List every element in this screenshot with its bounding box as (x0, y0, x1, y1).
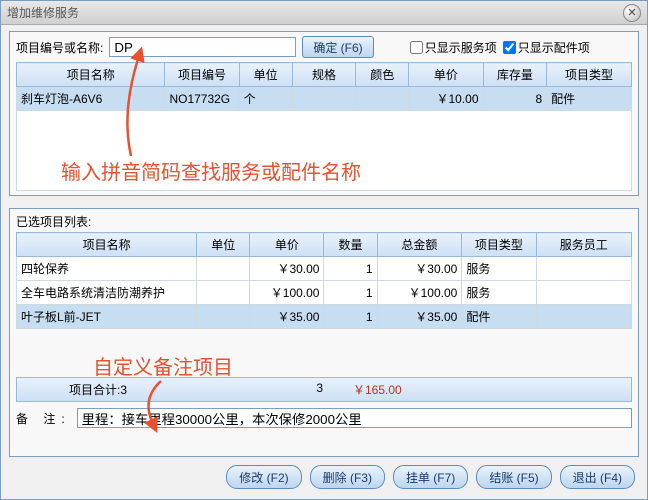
s2-unit (197, 305, 250, 329)
remark-input[interactable] (77, 408, 632, 428)
cell-code: NO17732G (165, 87, 239, 111)
only-service-checkbox[interactable]: 只显示服务项 (410, 39, 497, 56)
th-color[interactable]: 颜色 (356, 63, 409, 87)
th-spec[interactable]: 规格 (292, 63, 356, 87)
only-service-input[interactable] (410, 41, 423, 54)
remark-label: 备 注: (16, 410, 71, 427)
only-service-label: 只显示服务项 (425, 39, 497, 56)
s0-name: 四轮保养 (17, 257, 197, 281)
only-part-label: 只显示配件项 (518, 39, 590, 56)
s2-price: ￥35.00 (250, 305, 324, 329)
th-unit[interactable]: 单位 (239, 63, 292, 87)
sth-staff[interactable]: 服务员工 (536, 233, 631, 257)
edit-button[interactable]: 修改 (F2) (226, 465, 301, 489)
totals-label: 项目合计:3 (23, 381, 173, 398)
cell-type: 配件 (547, 87, 632, 111)
sth-unit[interactable]: 单位 (197, 233, 250, 257)
cell-price: ￥10.00 (409, 87, 483, 111)
totals-qty: 3 (173, 381, 353, 398)
content: 项目编号或名称: 确定 (F6) 只显示服务项 只显示配件项 (1, 25, 647, 499)
close-icon[interactable]: ✕ (623, 4, 641, 22)
sth-qty[interactable]: 数量 (324, 233, 377, 257)
selected-list-label: 已选项目列表: (16, 213, 632, 230)
sel-header-row: 项目名称 单位 单价 数量 总金额 项目类型 服务员工 (17, 233, 632, 257)
table-row[interactable]: 刹车灯泡-A6V6 NO17732G 个 ￥10.00 8 配件 (17, 87, 632, 111)
only-part-input[interactable] (503, 41, 516, 54)
s2-amount: ￥35.00 (377, 305, 462, 329)
totals-amount: ￥165.00 (353, 381, 402, 398)
selected-table: 项目名称 单位 单价 数量 总金额 项目类型 服务员工 四轮保养 ￥30.00 (16, 232, 632, 329)
cell-stock: 8 (483, 87, 547, 111)
hold-button[interactable]: 挂单 (F7) (393, 465, 468, 489)
sth-name[interactable]: 项目名称 (17, 233, 197, 257)
th-stock[interactable]: 库存量 (483, 63, 547, 87)
th-name[interactable]: 项目名称 (17, 63, 165, 87)
cell-spec (292, 87, 356, 111)
table-row-empty (17, 111, 632, 191)
selected-panel: 已选项目列表: 项目名称 单位 单价 数量 总金额 项目类型 服务员工 (9, 208, 639, 457)
top-panel: 项目编号或名称: 确定 (F6) 只显示服务项 只显示配件项 (9, 31, 639, 196)
s2-name: 叶子板L前-JET (17, 305, 197, 329)
s2-qty: 1 (324, 305, 377, 329)
s1-staff (536, 281, 631, 305)
th-code[interactable]: 项目编号 (165, 63, 239, 87)
remark-row: 备 注: (16, 408, 632, 428)
s1-qty: 1 (324, 281, 377, 305)
sth-amount[interactable]: 总金额 (377, 233, 462, 257)
sth-type[interactable]: 项目类型 (462, 233, 536, 257)
window-title: 增加维修服务 (7, 4, 79, 21)
s2-staff (536, 305, 631, 329)
th-price[interactable]: 单价 (409, 63, 483, 87)
search-row: 项目编号或名称: 确定 (F6) 只显示服务项 只显示配件项 (16, 36, 632, 58)
s1-type: 服务 (462, 281, 536, 305)
s0-price: ￥30.00 (250, 257, 324, 281)
table-header-row: 项目名称 项目编号 单位 规格 颜色 单价 库存量 项目类型 (17, 63, 632, 87)
search-label: 项目编号或名称: (16, 39, 103, 56)
s2-type: 配件 (462, 305, 536, 329)
delete-button[interactable]: 删除 (F3) (310, 465, 385, 489)
totals-row: 项目合计:3 3 ￥165.00 (16, 377, 632, 402)
sth-price[interactable]: 单价 (250, 233, 324, 257)
sel-row[interactable]: 全车电路系统清洁防潮养护 ￥100.00 1 ￥100.00 服务 (17, 281, 632, 305)
s1-name: 全车电路系统清洁防潮养护 (17, 281, 197, 305)
cell-name: 刹车灯泡-A6V6 (17, 87, 165, 111)
annotation-text-2: 自定义备注项目 (93, 351, 233, 380)
search-input[interactable] (109, 37, 296, 57)
button-row: 修改 (F2) 删除 (F3) 挂单 (F7) 结账 (F5) 退出 (F4) (9, 457, 639, 493)
s1-price: ￥100.00 (250, 281, 324, 305)
th-type[interactable]: 项目类型 (547, 63, 632, 87)
checkout-button[interactable]: 结账 (F5) (476, 465, 551, 489)
sel-row[interactable]: 叶子板L前-JET ￥35.00 1 ￥35.00 配件 (17, 305, 632, 329)
s1-unit (197, 281, 250, 305)
titlebar: 增加维修服务 ✕ (1, 1, 647, 25)
window: 增加维修服务 ✕ 项目编号或名称: 确定 (F6) 只显示服务项 只显示配件项 (0, 0, 648, 500)
s0-amount: ￥30.00 (377, 257, 462, 281)
s0-qty: 1 (324, 257, 377, 281)
s0-type: 服务 (462, 257, 536, 281)
only-part-checkbox[interactable]: 只显示配件项 (503, 39, 590, 56)
s1-amount: ￥100.00 (377, 281, 462, 305)
confirm-button[interactable]: 确定 (F6) (302, 36, 373, 58)
sel-row[interactable]: 四轮保养 ￥30.00 1 ￥30.00 服务 (17, 257, 632, 281)
exit-button[interactable]: 退出 (F4) (560, 465, 635, 489)
cell-unit: 个 (239, 87, 292, 111)
search-result-table: 项目名称 项目编号 单位 规格 颜色 单价 库存量 项目类型 刹车灯泡-A6V6… (16, 62, 632, 191)
s0-staff (536, 257, 631, 281)
display-filters: 只显示服务项 只显示配件项 (410, 39, 590, 56)
cell-color (356, 87, 409, 111)
s0-unit (197, 257, 250, 281)
